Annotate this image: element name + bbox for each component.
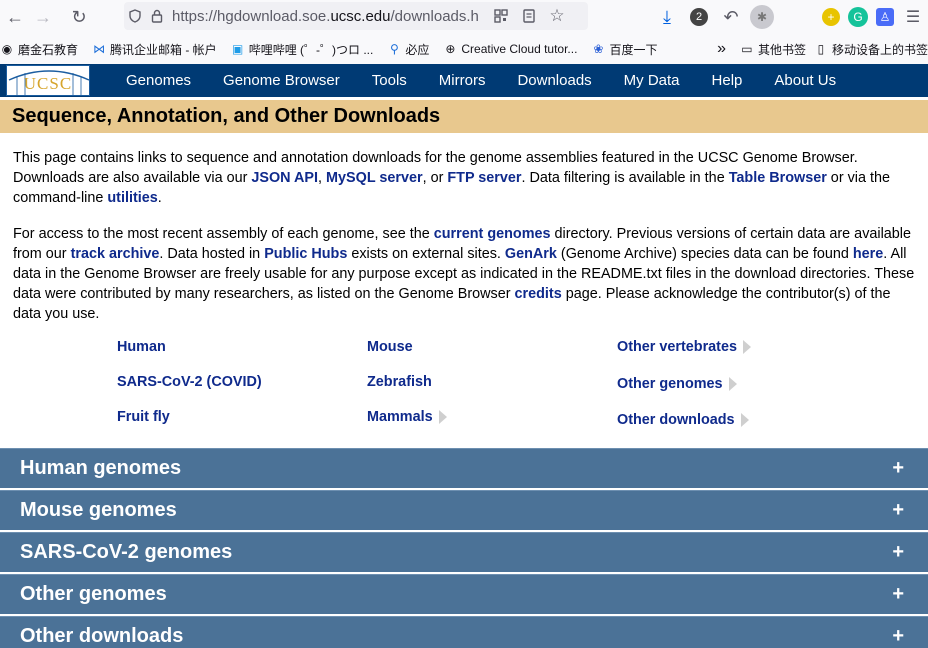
expand-plus-icon[interactable]: + bbox=[892, 583, 904, 606]
back-arrow-icon[interactable]: ← bbox=[0, 2, 30, 32]
reload-icon[interactable]: ↻ bbox=[64, 2, 94, 32]
globe-icon: ⊕ bbox=[445, 42, 456, 56]
bookmarks-right: » ▭ 其他书签 ▯ 移动设备上的书签 bbox=[717, 34, 928, 64]
reader-view-icon[interactable] bbox=[518, 2, 540, 30]
bookmark-item[interactable]: ⋈ 腾讯企业邮箱 - 帐户 bbox=[92, 41, 217, 58]
zebrafish-link[interactable]: Zebrafish bbox=[367, 374, 432, 390]
globe-icon: ◉ bbox=[1, 42, 13, 56]
mammals-link[interactable]: Mammals bbox=[367, 409, 447, 425]
menu-downloads[interactable]: Downloads bbox=[517, 72, 591, 89]
section-other-genomes[interactable]: Other genomes + bbox=[0, 574, 928, 614]
download-icon[interactable]: ⤓ bbox=[652, 2, 682, 32]
section-sars-cov-2-genomes[interactable]: SARS-CoV-2 genomes + bbox=[0, 532, 928, 572]
menu-genomes[interactable]: Genomes bbox=[126, 72, 191, 89]
mobile-icon: ▯ bbox=[817, 42, 825, 56]
expand-arrow-icon bbox=[728, 377, 737, 391]
chevron-more-icon[interactable]: » bbox=[717, 40, 726, 58]
menu-help[interactable]: Help bbox=[712, 72, 743, 89]
extension-gear-icon[interactable]: ✱ bbox=[750, 5, 774, 29]
bookmark-item[interactable]: ⚲ 必应 bbox=[387, 41, 429, 58]
page-heading-bar: Sequence, Annotation, and Other Download… bbox=[0, 100, 928, 133]
expand-arrow-icon bbox=[742, 340, 751, 354]
forward-arrow-icon[interactable]: → bbox=[28, 2, 58, 32]
undo-icon[interactable]: ↶ bbox=[716, 2, 746, 32]
menu-tools[interactable]: Tools bbox=[372, 72, 407, 89]
mobile-bookmarks[interactable]: ▯ 移动设备上的书签 bbox=[814, 41, 928, 58]
mouse-link[interactable]: Mouse bbox=[367, 339, 413, 355]
bookmark-item[interactable]: ❀ 百度一下 bbox=[591, 41, 657, 58]
expand-arrow-icon bbox=[740, 413, 749, 427]
menu-my-data[interactable]: My Data bbox=[624, 72, 680, 89]
grammarly-icon[interactable]: G bbox=[848, 7, 868, 27]
search-icon: ⚲ bbox=[389, 42, 399, 56]
bookmark-item[interactable]: ⊕ Creative Cloud tutor... bbox=[443, 42, 577, 56]
extension-person-icon[interactable]: ♙ bbox=[876, 8, 894, 26]
bookmarks-bar: ◉ 磨金石教育 ⋈ 腾讯企业邮箱 - 帐户 ▣ 哔哩哔哩 (゜-゜)つロ ... ⚲ 必… bbox=[0, 34, 928, 64]
site-nav: UCSC Genomes Genome Browser Tools Mirror… bbox=[0, 64, 928, 97]
star-icon[interactable]: ☆ bbox=[546, 2, 568, 30]
bookmark-item[interactable]: ▣ 哔哩哔哩 (゜-゜)つロ ... bbox=[231, 41, 373, 58]
lock-icon[interactable] bbox=[146, 2, 168, 30]
other-bookmarks[interactable]: ▭ 其他书签 bbox=[740, 41, 806, 58]
intro-paragraph: This page contains links to sequence and… bbox=[13, 150, 891, 206]
sars-cov-2-link[interactable]: SARS-CoV-2 (COVID) bbox=[117, 374, 262, 390]
json-api-link[interactable]: JSON API bbox=[251, 170, 318, 186]
genark-link[interactable]: GenArk bbox=[505, 246, 557, 262]
bookmark-item[interactable]: ◉ 磨金石教育 bbox=[0, 41, 78, 58]
section-mouse-genomes[interactable]: Mouse genomes + bbox=[0, 490, 928, 530]
paw-icon: ❀ bbox=[593, 42, 604, 56]
section-other-downloads[interactable]: Other downloads + bbox=[0, 616, 928, 648]
menu-genome-browser[interactable]: Genome Browser bbox=[223, 72, 340, 89]
url-text[interactable]: https://hgdownload.soe.ucsc.edu/download… bbox=[172, 8, 484, 25]
current-genomes-link[interactable]: current genomes bbox=[434, 226, 551, 242]
main-menu: Genomes Genome Browser Tools Mirrors Dow… bbox=[110, 64, 852, 97]
toolbar-extensions: ⤓ 2 ↶ ✱ + G ♙ ☰ bbox=[652, 0, 928, 34]
menu-icon[interactable]: ☰ bbox=[898, 2, 928, 32]
human-link[interactable]: Human bbox=[117, 339, 166, 355]
other-genomes-link[interactable]: Other genomes bbox=[617, 376, 737, 392]
menu-mirrors[interactable]: Mirrors bbox=[439, 72, 486, 89]
other-downloads-link[interactable]: Other downloads bbox=[617, 412, 749, 428]
ucsc-logo[interactable]: UCSC bbox=[6, 65, 90, 96]
page-title: Sequence, Annotation, and Other Download… bbox=[12, 105, 441, 127]
qr-code-icon[interactable] bbox=[490, 2, 512, 30]
notification-badge[interactable]: 2 bbox=[690, 8, 708, 26]
access-paragraph: For access to the most recent assembly o… bbox=[13, 226, 915, 322]
mysql-server-link[interactable]: MySQL server bbox=[326, 170, 423, 186]
ftp-server-link[interactable]: FTP server bbox=[447, 170, 521, 186]
folder-icon: ▭ bbox=[741, 42, 753, 56]
expand-plus-icon[interactable]: + bbox=[892, 457, 904, 480]
fruit-fly-link[interactable]: Fruit fly bbox=[117, 409, 170, 425]
tv-icon: ▣ bbox=[232, 42, 244, 56]
utilities-link[interactable]: utilities bbox=[107, 190, 157, 206]
expand-arrow-icon bbox=[438, 410, 447, 424]
menu-about-us[interactable]: About Us bbox=[774, 72, 836, 89]
shield-icon[interactable] bbox=[124, 2, 146, 30]
here-link[interactable]: here bbox=[853, 246, 883, 262]
address-bar[interactable]: https://hgdownload.soe.ucsc.edu/download… bbox=[124, 2, 588, 30]
extension-plus-icon[interactable]: + bbox=[822, 8, 840, 26]
public-hubs-link[interactable]: Public Hubs bbox=[264, 246, 347, 262]
expand-plus-icon[interactable]: + bbox=[892, 625, 904, 648]
section-human-genomes[interactable]: Human genomes + bbox=[0, 448, 928, 488]
mail-icon: ⋈ bbox=[93, 42, 106, 56]
expand-plus-icon[interactable]: + bbox=[892, 541, 904, 564]
expand-plus-icon[interactable]: + bbox=[892, 499, 904, 522]
browser-toolbar: ← → ↻ https://hgdownload.soe.ucsc.edu/do… bbox=[0, 0, 928, 34]
other-vertebrates-link[interactable]: Other vertebrates bbox=[617, 339, 751, 355]
table-browser-link[interactable]: Table Browser bbox=[729, 170, 827, 186]
credits-link[interactable]: credits bbox=[515, 286, 562, 302]
track-archive-link[interactable]: track archive bbox=[71, 246, 160, 262]
